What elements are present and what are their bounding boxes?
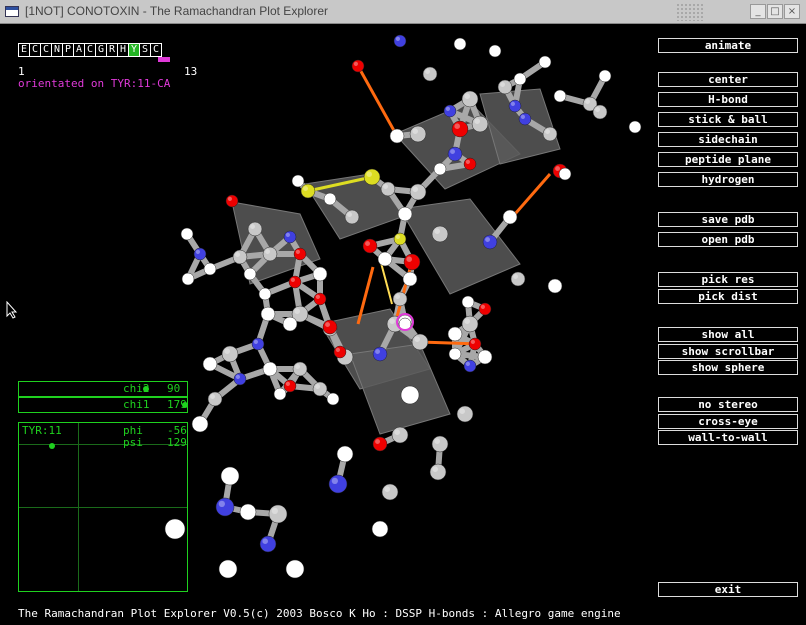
open-pdb-button[interactable]: open pdb (658, 232, 798, 247)
save-pdb-button[interactable]: save pdb (658, 212, 798, 227)
pick-res-button[interactable]: pick res (658, 272, 798, 287)
mouse-cursor-icon (6, 301, 18, 319)
chi2-value: 90 (167, 382, 181, 395)
sequence-residue[interactable]: C (150, 43, 162, 57)
phi-zero-axis (78, 423, 79, 591)
window-title: [1NOT] CONOTOXIN - The Ramachandran Plot… (25, 4, 328, 18)
chi2-slider[interactable]: chi2 90 (18, 381, 188, 397)
wall-to-wall-button[interactable]: wall-to-wall (658, 430, 798, 445)
animate-button[interactable]: animate (658, 38, 798, 53)
sequence-end-number: 13 (184, 65, 198, 78)
minimize-button[interactable]: _ (750, 4, 766, 19)
status-bar: The Ramachandran Plot Explorer V0.5(c) 2… (18, 607, 621, 620)
maximize-button[interactable]: □ (767, 4, 783, 19)
psi-label: psi (123, 436, 143, 449)
center-button[interactable]: center (658, 72, 798, 87)
stick-ball-button[interactable]: stick & ball (658, 112, 798, 127)
rama-residue-label: TYR:11 (22, 424, 62, 437)
pick-dist-button[interactable]: pick dist (658, 289, 798, 304)
sequence-bar[interactable]: ECCNPACGRHYSC (18, 43, 162, 57)
titlebar-texture (676, 3, 704, 21)
rama-current-point[interactable] (48, 443, 55, 450)
chi1-label: chi1 (123, 398, 150, 411)
no-stereo-button[interactable]: no stereo (658, 397, 798, 412)
chi1-slider-handle[interactable] (182, 402, 188, 408)
ramachandran-plot[interactable]: TYR:11 phi -56 psi 129 (18, 422, 188, 592)
close-button[interactable]: × (784, 4, 800, 19)
show-all-button[interactable]: show all (658, 327, 798, 342)
hydrogen-button[interactable]: hydrogen (658, 172, 798, 187)
show-sphere-button[interactable]: show sphere (658, 360, 798, 375)
peptide-plane-button[interactable]: peptide plane (658, 152, 798, 167)
chi1-slider[interactable]: chi1 179 (18, 397, 188, 413)
hbond-button[interactable]: H-bond (658, 92, 798, 107)
exit-button[interactable]: exit (658, 582, 798, 597)
render-area[interactable]: ECCNPACGRHYSC 1 13 orientated on TYR:11-… (0, 24, 806, 625)
selected-residue-marker (158, 57, 170, 62)
psi-value: 129 (167, 436, 187, 449)
show-scrollbar-button[interactable]: show scrollbar (658, 344, 798, 359)
cross-eye-button[interactable]: cross-eye (658, 414, 798, 429)
chi2-slider-handle[interactable] (143, 386, 149, 392)
sidechain-button[interactable]: sidechain (658, 132, 798, 147)
psi-zero-axis (19, 507, 187, 508)
app-window-icon (5, 6, 19, 17)
plot-header-line (19, 444, 187, 445)
title-bar[interactable]: [1NOT] CONOTOXIN - The Ramachandran Plot… (0, 0, 806, 24)
orientation-label: orientated on TYR:11-CA (18, 77, 171, 90)
